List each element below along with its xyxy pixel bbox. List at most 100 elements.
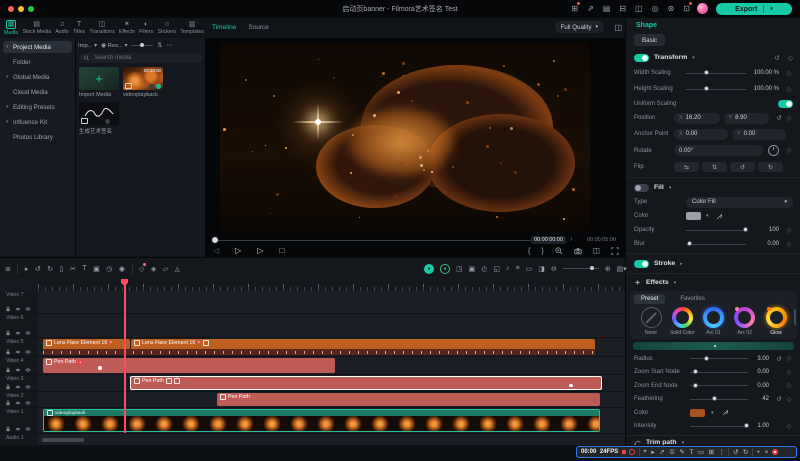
eyedropper-icon[interactable] [716,213,723,220]
zoom-end-node-slider[interactable] [690,385,748,386]
zoom-preview-icon[interactable] [555,247,563,255]
seek-track[interactable] [216,240,546,241]
zoom-in-icon[interactable]: ⊕ [605,265,611,273]
more-options-icon[interactable]: ⋯ [166,43,172,49]
track-content[interactable]: Lens Flare Element 16♥Lens Flare Element… [38,338,625,356]
lock-icon[interactable] [5,367,11,373]
tab-transitions[interactable]: ◫Transitions [89,18,114,38]
media-item-import[interactable]: +Import Media [79,67,119,98]
record-pin-icon[interactable] [772,449,778,455]
mute-icon[interactable] [15,330,21,336]
grid-apps-icon[interactable]: ⊡ [683,4,690,13]
keyframe-icon[interactable]: ◇ [785,147,793,154]
track-content[interactable]: videoplayback [38,408,625,433]
import-thumbnail[interactable]: + [79,67,119,90]
keyframe-icon[interactable]: ◇ [785,115,793,122]
mark-in-icon[interactable]: { [528,246,531,255]
redo-icon[interactable]: ↻ [743,448,748,456]
radius-slider[interactable] [690,358,748,359]
lock-icon[interactable] [5,426,11,432]
keyframe-icon[interactable]: ◇ [785,396,793,403]
pointer-tool-icon[interactable]: ▸ [25,265,29,273]
layout-icon[interactable]: ▤ [603,4,611,13]
mosaic-icon[interactable]: ⊞ [709,448,714,456]
screen-record-icon[interactable]: ◳ [456,265,463,273]
height-scaling-slider[interactable] [686,89,746,90]
pen-icon[interactable]: ✎ [679,448,684,456]
sidebar-item-folder[interactable]: Folder [3,56,72,68]
export-caret-icon[interactable]: ▾ [770,6,773,12]
fullscreen-icon[interactable] [611,247,619,255]
stop-button[interactable]: □ [279,246,284,255]
effect-color-swatch[interactable] [690,409,705,417]
snapshot-camera-icon[interactable] [574,247,582,255]
clip-pen-path[interactable]: Pen Path+ [43,358,335,373]
tab-titles[interactable]: TTitles [73,18,85,38]
sidebar-item-editing-presets[interactable]: ▾Editing Presets [3,101,72,113]
visibility-icon[interactable] [25,330,31,336]
undo-icon[interactable]: ↺ [35,265,41,273]
tab-filters[interactable]: ◐Filters [139,18,153,38]
chroma-key-icon[interactable]: ◈ [151,265,156,273]
close-icon[interactable]: × [765,449,769,456]
preset-solid-color[interactable]: Solid Color [667,307,697,336]
preview-eye-icon[interactable]: ◎ [652,4,659,13]
mute-icon[interactable] [15,400,21,406]
track-content[interactable]: Pen Path [38,375,625,391]
image-thumbnail[interactable] [79,102,119,125]
text-tool-icon[interactable]: T [82,265,86,272]
sort-icon[interactable]: ⇅ [157,43,162,49]
import-dropdown[interactable]: Imp... ▾ [78,43,97,49]
track-content[interactable] [38,291,625,313]
add-marker-icon[interactable]: ● [440,264,450,274]
track-header-icons[interactable] [5,400,31,406]
dual-screen-icon[interactable]: ◫ [614,23,622,32]
power-tool-icon[interactable]: ◴ [481,265,487,273]
track-header-icons[interactable] [5,367,31,373]
motion-track-icon[interactable]: ◬ [175,265,180,273]
lock-icon[interactable] [5,400,11,406]
sidebar-item-photos-library[interactable]: Photos Library [3,131,72,143]
tab-source[interactable]: Source [248,24,269,31]
mask-icon[interactable]: ▱ [163,265,168,273]
clip-pen-path[interactable]: Pen Path [217,393,600,406]
zoom-start-node-slider[interactable] [690,372,748,373]
compare-icon[interactable]: ◫ [635,4,643,13]
play-button[interactable]: ▷ [235,246,241,255]
tab-timeline[interactable]: Timeline [212,24,236,31]
keyframe-icon[interactable]: ◇ [785,369,793,376]
thumbnail-size-slider[interactable] [131,45,153,46]
record-icon[interactable] [629,449,635,455]
lock-icon[interactable] [5,330,11,336]
lock-icon[interactable] [5,349,11,355]
tab-basic[interactable]: Basic [634,34,665,46]
speed-icon[interactable]: ◷ [106,265,112,273]
intensity-slider[interactable] [690,426,748,427]
playback-quality-dropdown[interactable]: Full Quality ▾ [555,21,604,33]
tab-effects[interactable]: ✶Effects [119,18,135,38]
timeline-zoom-slider[interactable] [563,268,599,269]
eyedropper-icon[interactable] [722,409,729,416]
sidebar-item-project-media[interactable]: ▾Project Media [3,41,72,53]
render-preview-icon[interactable]: ◉ [119,265,125,273]
compare-view-icon[interactable]: ◫ [593,246,600,255]
chevron-down-icon[interactable]: ▾ [674,280,677,286]
playhead[interactable] [124,279,126,433]
keyframe-icon[interactable]: ◇ [785,227,793,234]
fill-type-select[interactable]: Color Fill▾ [686,197,793,208]
pin-icon[interactable]: + [756,449,760,456]
track-header-icons[interactable] [5,306,31,312]
mute-icon[interactable] [15,349,21,355]
reset-icon[interactable]: ↺ [775,395,783,403]
search-input[interactable] [92,54,197,62]
preset-arc-01[interactable]: Arc 01 [699,307,729,336]
anchor-y-field[interactable]: Y0.00 [732,129,786,140]
mute-icon[interactable] [15,384,21,390]
width-scaling-slider[interactable] [686,73,746,74]
sidebar-item-influence-kit[interactable]: ▾Influence Kit [3,116,72,128]
redo-icon[interactable]: ↻ [47,265,53,273]
settings-icon[interactable]: ⊛ [668,4,675,13]
mask-tool-icon[interactable]: ◱ [493,265,500,273]
keyframe-dot[interactable] [569,384,573,388]
visibility-icon[interactable] [25,384,31,390]
